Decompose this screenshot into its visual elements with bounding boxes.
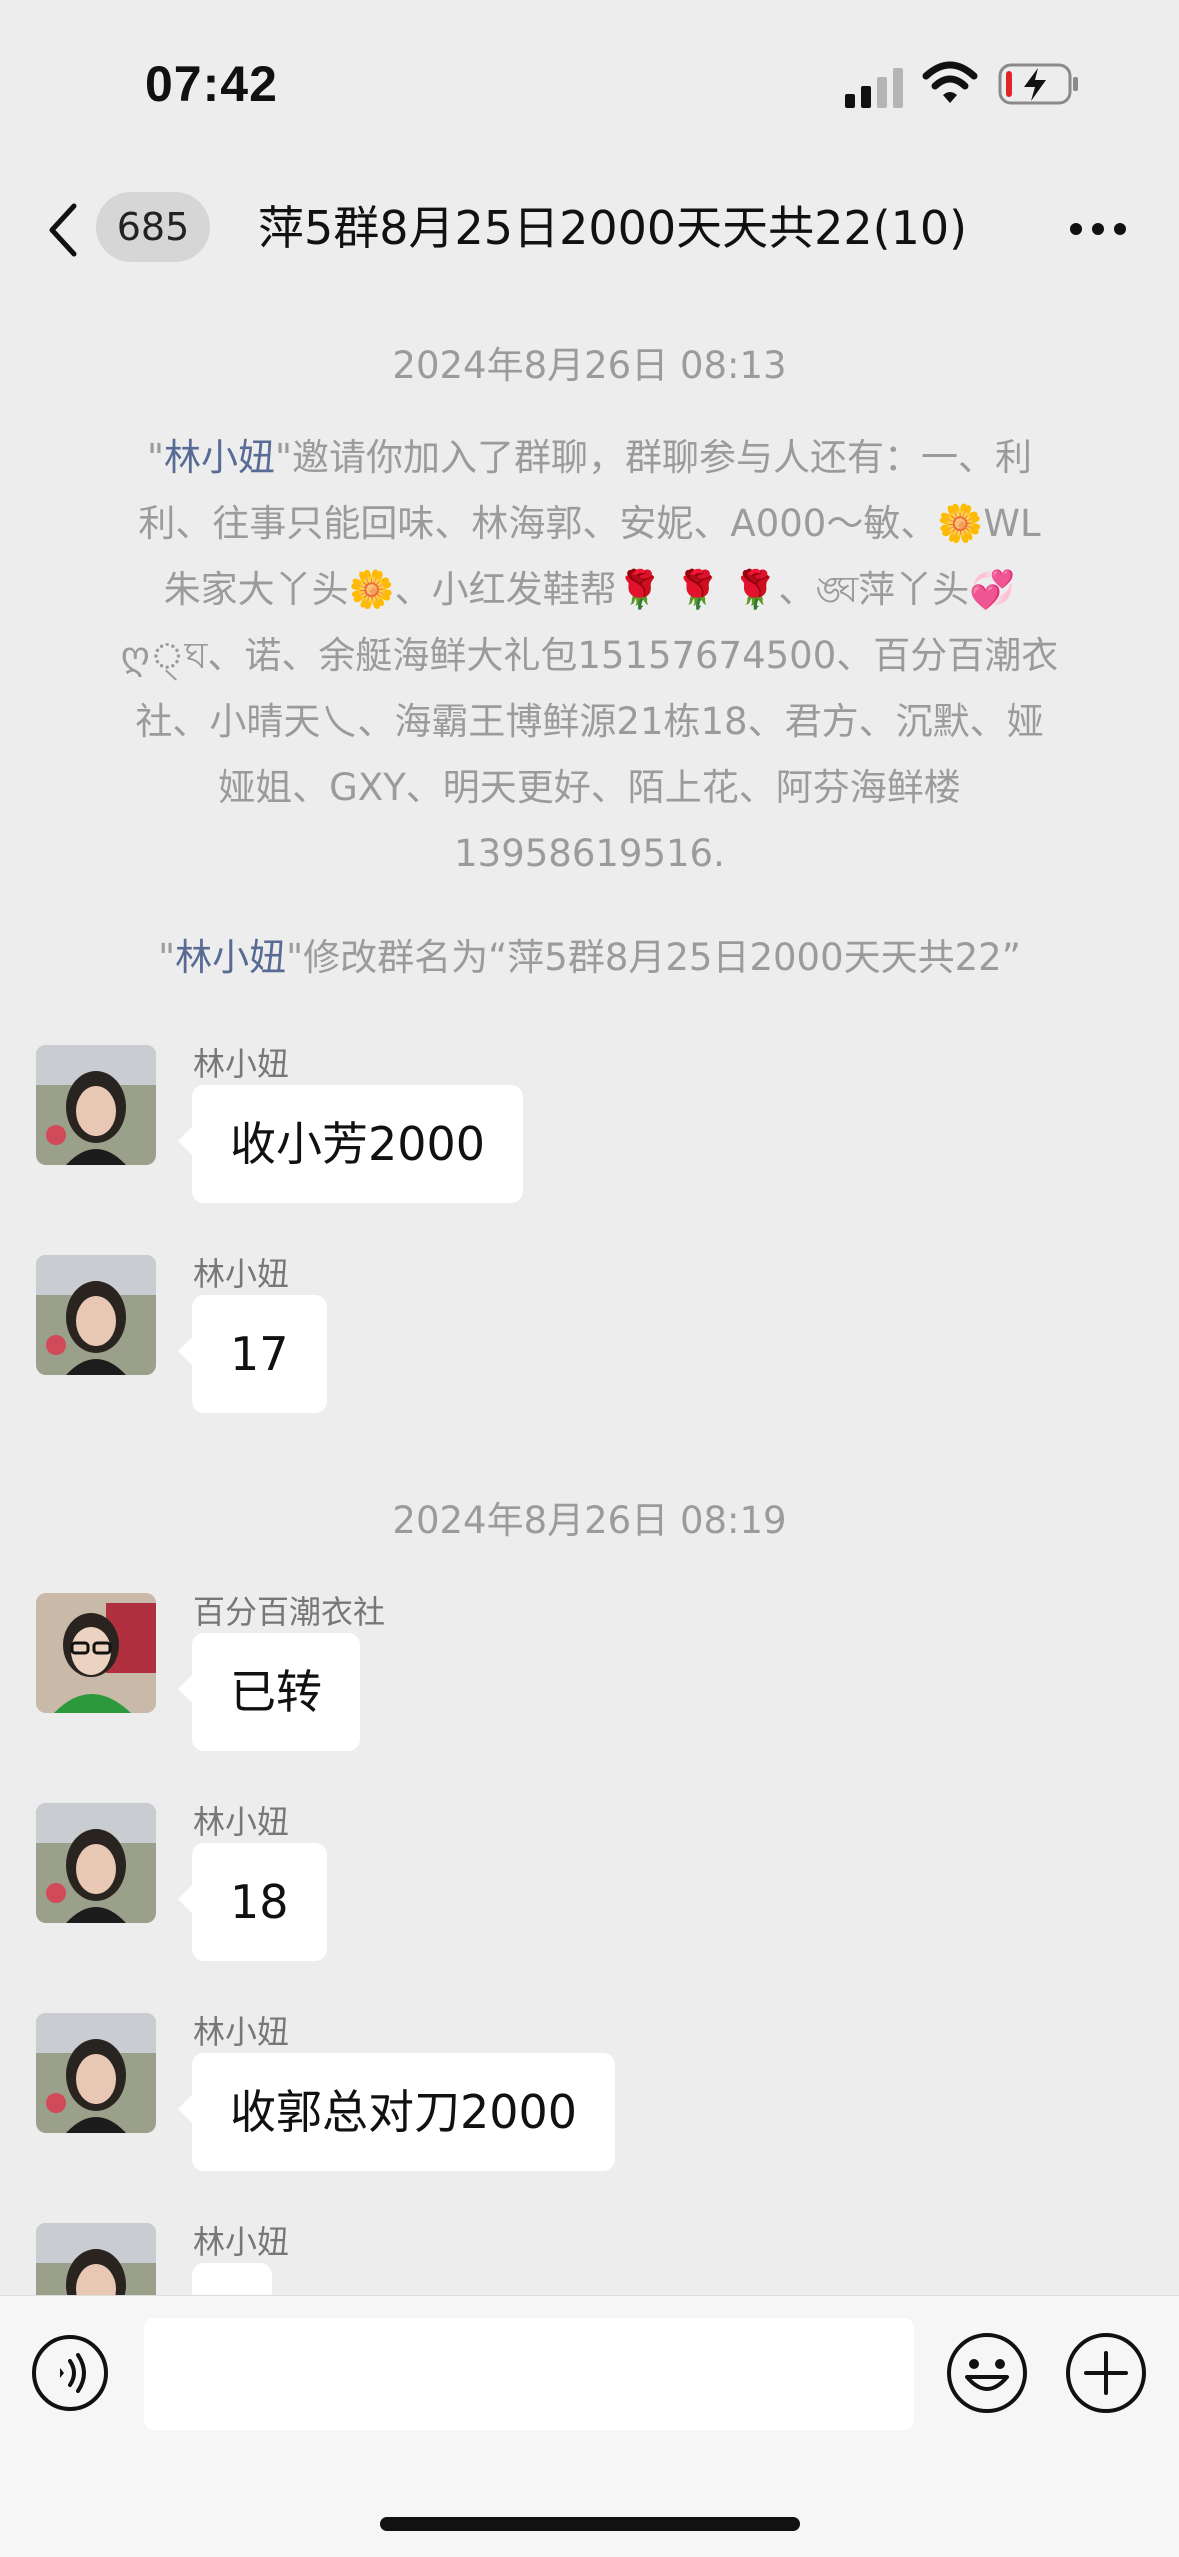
sender-name: 百分百潮衣社	[193, 1593, 386, 1631]
voice-icon[interactable]	[30, 2333, 110, 2413]
emoji-icon[interactable]	[945, 2331, 1029, 2415]
status-bar: 07:42	[0, 0, 1179, 170]
system-invite-message: "林小妞"邀请你加入了群聊，群聊参与人还有：一、利 利、往事只能回味、林海郭、安…	[100, 425, 1079, 887]
message-bubble[interactable]: 收郭总对刀2000	[177, 2053, 616, 2171]
message-bubble[interactable]: 17	[178, 1295, 327, 1413]
system-rename-message: "林小妞"修改群名为“萍5群8月25日2000天天共22”	[158, 936, 1021, 979]
invite-line: "林小妞"邀请你加入了群聊，群聊参与人还有：一、利	[146, 436, 1033, 479]
sender-name: 林小妞	[193, 2223, 290, 2261]
message-bubble[interactable]: 18	[178, 1843, 327, 1961]
invite-line: ღ্ঘ、诺、余艇海鲜大礼包15157674500、百分百潮衣	[120, 634, 1059, 677]
more-icon[interactable]	[1068, 214, 1128, 244]
sender-name: 林小妞	[193, 1803, 290, 1841]
chat-title: 萍5群8月25日2000天天共22(10)	[258, 201, 968, 255]
home-indicator[interactable]	[380, 2517, 800, 2531]
timestamp: 2024年8月26日 08:19	[392, 1499, 787, 1542]
unread-count-badge[interactable]: 685	[96, 192, 210, 262]
avatar[interactable]	[36, 2013, 156, 2133]
member-name-link[interactable]: 林小妞	[175, 936, 286, 979]
invite-line: 娅姐、GXY、明天更好、陌上花、阿芬海鲜楼	[218, 766, 961, 809]
sender-name: 林小妞	[193, 2013, 290, 2051]
signal-icon	[845, 68, 903, 108]
message-bubble[interactable]: 已转	[178, 1633, 360, 1751]
invite-line: 社、小晴天乀、海霸王博鲜源21栋18、君方、沉默、娅	[135, 700, 1044, 743]
battery-icon	[998, 63, 1078, 105]
avatar[interactable]	[36, 1803, 156, 1923]
chat-header: 685 萍5群8月25日2000天天共22(10)	[0, 170, 1179, 285]
avatar[interactable]	[36, 1045, 156, 1165]
plus-icon[interactable]	[1064, 2331, 1148, 2415]
member-name-link[interactable]: 林小妞	[164, 436, 275, 479]
avatar[interactable]	[36, 1593, 156, 1713]
message-input[interactable]	[144, 2318, 914, 2430]
message-bubble[interactable]: 收小芳2000	[177, 1085, 524, 1203]
avatar[interactable]	[36, 1255, 156, 1375]
input-bar	[0, 2295, 1179, 2557]
timestamp: 2024年8月26日 08:13	[392, 344, 787, 387]
status-time: 07:42	[145, 56, 278, 112]
sender-name: 林小妞	[193, 1045, 290, 1083]
back-icon[interactable]	[42, 200, 82, 260]
sender-name: 林小妞	[193, 1255, 290, 1293]
wifi-icon	[922, 61, 978, 103]
invite-line: 13958619516.	[454, 832, 725, 875]
invite-line: 朱家大丫头🌼、小红发鞋帮🌹 🌹 🌹、ঙ্ঘ萍丫头💞	[163, 568, 1016, 611]
invite-line: 利、往事只能回味、林海郭、安妮、A000～敏、🌼WL	[138, 502, 1041, 545]
